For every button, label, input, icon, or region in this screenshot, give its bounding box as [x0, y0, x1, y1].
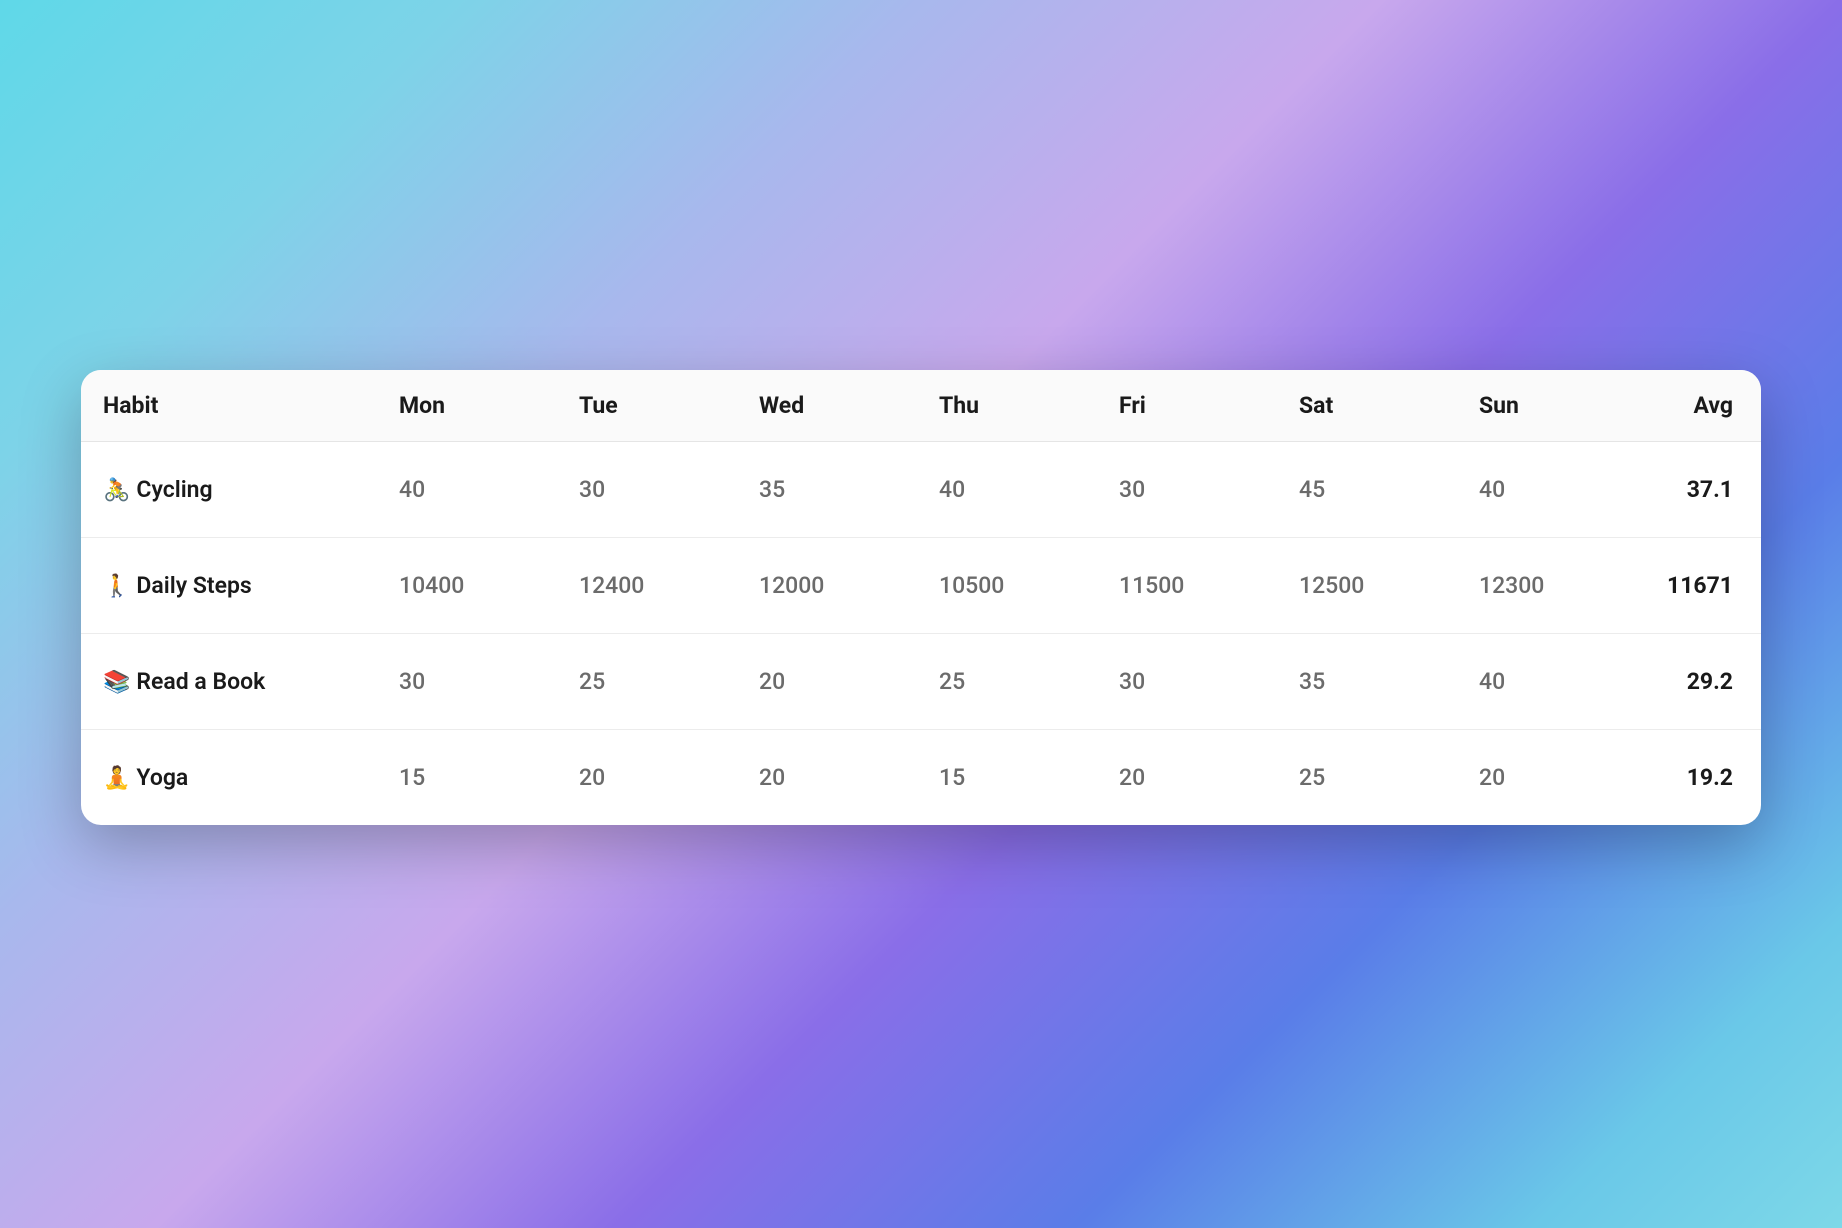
- value-cell: 35: [1281, 634, 1461, 730]
- value-cell: 15: [921, 730, 1101, 826]
- value-cell: 10500: [921, 538, 1101, 634]
- value-cell: 35: [741, 442, 921, 538]
- habit-name-cell: 🚴Cycling: [81, 442, 381, 538]
- header-avg[interactable]: Avg: [1641, 370, 1761, 442]
- value-cell: 30: [381, 634, 561, 730]
- cycling-icon: 🚴: [103, 478, 130, 503]
- habit-name-cell: 🧘Yoga: [81, 730, 381, 826]
- avg-cell: 11671: [1641, 538, 1761, 634]
- value-cell: 20: [1461, 730, 1641, 826]
- value-cell: 12500: [1281, 538, 1461, 634]
- value-cell: 45: [1281, 442, 1461, 538]
- habits-table-card: Habit Mon Tue Wed Thu Fri Sat Sun Avg 🚴C…: [81, 370, 1761, 825]
- value-cell: 10400: [381, 538, 561, 634]
- avg-cell: 29.2: [1641, 634, 1761, 730]
- habit-name-cell: 📚Read a Book: [81, 634, 381, 730]
- header-wed[interactable]: Wed: [741, 370, 921, 442]
- table-row[interactable]: 🚶Daily Steps 10400 12400 12000 10500 115…: [81, 538, 1761, 634]
- header-mon[interactable]: Mon: [381, 370, 561, 442]
- value-cell: 12300: [1461, 538, 1641, 634]
- value-cell: 25: [1281, 730, 1461, 826]
- habit-label: Yoga: [136, 764, 188, 791]
- value-cell: 25: [921, 634, 1101, 730]
- header-sun[interactable]: Sun: [1461, 370, 1641, 442]
- value-cell: 40: [921, 442, 1101, 538]
- value-cell: 30: [1101, 634, 1281, 730]
- table-row[interactable]: 📚Read a Book 30 25 20 25 30 35 40 29.2: [81, 634, 1761, 730]
- habits-table: Habit Mon Tue Wed Thu Fri Sat Sun Avg 🚴C…: [81, 370, 1761, 825]
- habit-label: Daily Steps: [136, 572, 251, 599]
- avg-cell: 19.2: [1641, 730, 1761, 826]
- value-cell: 40: [381, 442, 561, 538]
- header-tue[interactable]: Tue: [561, 370, 741, 442]
- value-cell: 40: [1461, 634, 1641, 730]
- value-cell: 15: [381, 730, 561, 826]
- value-cell: 20: [741, 730, 921, 826]
- value-cell: 12400: [561, 538, 741, 634]
- table-row[interactable]: 🧘Yoga 15 20 20 15 20 25 20 19.2: [81, 730, 1761, 826]
- header-sat[interactable]: Sat: [1281, 370, 1461, 442]
- books-icon: 📚: [103, 670, 130, 695]
- habit-label: Read a Book: [136, 668, 265, 695]
- value-cell: 20: [1101, 730, 1281, 826]
- header-thu[interactable]: Thu: [921, 370, 1101, 442]
- value-cell: 40: [1461, 442, 1641, 538]
- table-row[interactable]: 🚴Cycling 40 30 35 40 30 45 40 37.1: [81, 442, 1761, 538]
- habit-name-cell: 🚶Daily Steps: [81, 538, 381, 634]
- value-cell: 25: [561, 634, 741, 730]
- yoga-icon: 🧘: [103, 766, 130, 791]
- value-cell: 20: [561, 730, 741, 826]
- value-cell: 20: [741, 634, 921, 730]
- habit-label: Cycling: [136, 476, 212, 503]
- value-cell: 11500: [1101, 538, 1281, 634]
- avg-cell: 37.1: [1641, 442, 1761, 538]
- value-cell: 12000: [741, 538, 921, 634]
- table-header-row: Habit Mon Tue Wed Thu Fri Sat Sun Avg: [81, 370, 1761, 442]
- walking-icon: 🚶: [103, 574, 130, 599]
- header-habit[interactable]: Habit: [81, 370, 381, 442]
- header-fri[interactable]: Fri: [1101, 370, 1281, 442]
- value-cell: 30: [561, 442, 741, 538]
- value-cell: 30: [1101, 442, 1281, 538]
